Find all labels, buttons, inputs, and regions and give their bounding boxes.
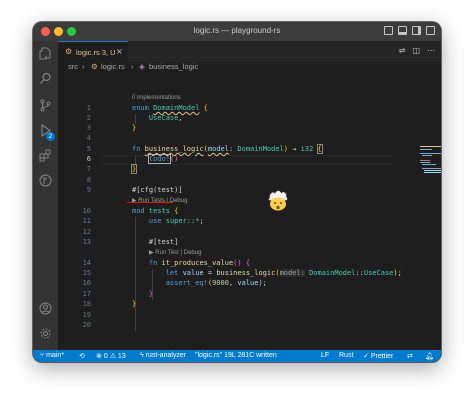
implementations-codelens[interactable]: 0 implementations — [132, 95, 181, 101]
warning-icon: ⚠ — [109, 353, 116, 360]
toggle-panel-icon[interactable] — [398, 26, 407, 35]
code-line: fn business_logic(model: DomainModel) → … — [132, 144, 323, 154]
codelens-underline — [127, 202, 173, 203]
function-symbol-icon: ◈ — [139, 62, 145, 71]
code-line: } — [130, 164, 138, 174]
compare-icon[interactable]: ⇌ — [399, 46, 406, 55]
code-line-current: todo!() — [147, 154, 179, 164]
tab-logic-rs[interactable]: ⚙ logic.rs 3, U × — [58, 41, 128, 62]
toggle-panel-left-icon[interactable] — [384, 26, 393, 35]
title-bar: logic.rs — playground-rs — [33, 22, 441, 41]
code-line: use super::*; — [148, 217, 204, 225]
notifications-bell-icon[interactable]: 🔔︎ — [425, 352, 434, 360]
code-line: } — [132, 124, 137, 132]
split-editor-icon[interactable]: ◫ — [412, 46, 420, 55]
run-debug-icon[interactable] — [39, 124, 52, 137]
breadcrumb-symbol[interactable]: business_logic — [149, 62, 198, 71]
search-icon[interactable] — [39, 72, 52, 85]
minimap-line — [420, 153, 441, 154]
code-area: 0 implementations enum DomainModel { Use… — [58, 74, 402, 350]
breadcrumb-src[interactable]: src — [68, 62, 78, 71]
live-share-icon[interactable]: ⇄ — [407, 352, 413, 360]
editor-actions: ⇌ ◫ ⋯ — [399, 46, 435, 55]
minimap-line — [420, 160, 430, 161]
git-graph-icon[interactable] — [39, 174, 52, 187]
activity-bar: 2 — [33, 41, 58, 350]
more-actions-icon[interactable]: ⋯ — [427, 46, 435, 55]
window-title: logic.rs — playground-rs — [193, 26, 281, 35]
problems-status[interactable]: ⊗ 0 ⚠ 13 — [96, 352, 126, 360]
status-bar: ⑂ main* ⟲ ⊗ 0 ⚠ 13 ϟ rust-analyzer "logi… — [33, 350, 441, 362]
layout-controls — [384, 26, 435, 35]
editor[interactable]: 1 2 3 4 5 6 7 8 9 10 11 12 13 14 15 16 1… — [58, 74, 441, 350]
minimap-line — [422, 155, 432, 156]
minimap-line — [422, 168, 441, 169]
vscode-window: logic.rs — playground-rs 2 ⚙ logic.rs 3,… — [33, 22, 441, 362]
source-control-icon[interactable] — [39, 99, 52, 112]
inlay-hint: model: — [279, 269, 305, 277]
code-line: UseCase, — [148, 114, 183, 122]
lightning-icon: ϟ — [140, 352, 144, 359]
code-line: let value = business_logic(model: Domain… — [165, 269, 402, 277]
breadcrumb: src › ⚙ logic.rs › ◈ business_logic — [58, 62, 441, 74]
code-line: enum DomainModel { — [132, 104, 208, 112]
accounts-icon[interactable] — [39, 302, 52, 315]
customize-layout-icon[interactable] — [426, 26, 435, 35]
breadcrumb-file[interactable]: logic.rs — [101, 62, 125, 71]
error-icon: ⊗ — [96, 353, 102, 360]
run-test-codelens[interactable]: ▶ Run Test | Debug — [149, 249, 201, 256]
rust-file-icon: ⚙ — [91, 62, 98, 71]
code-line: } — [148, 290, 154, 298]
rust-analyzer-status[interactable]: ϟ rust-analyzer — [140, 352, 186, 359]
minimap-line — [424, 170, 441, 171]
minimap-line — [422, 164, 436, 165]
explorer-icon[interactable] — [39, 47, 52, 60]
sync-icon[interactable]: ⟲ — [79, 352, 85, 360]
minimap-line — [420, 149, 432, 150]
minimap-line — [420, 162, 430, 163]
tab-bar: ⚙ logic.rs 3, U × ⇌ ◫ ⋯ — [58, 41, 441, 62]
toggle-sidebar-icon[interactable] — [412, 26, 421, 35]
eol-status[interactable]: LF — [321, 352, 329, 359]
manage-gear-icon[interactable] — [39, 327, 52, 340]
minimap-line — [424, 172, 441, 173]
breadcrumb-separator: › — [131, 62, 134, 71]
tab-label: logic.rs 3, U — [76, 48, 116, 57]
breadcrumb-separator: › — [82, 62, 85, 71]
extensions-icon[interactable] — [39, 149, 52, 162]
prettier-status[interactable]: ✓ Prettier — [363, 352, 393, 360]
code-line: #[test] — [148, 238, 179, 246]
code-line: } — [132, 300, 137, 308]
git-branch-icon: ⑂ — [40, 352, 45, 359]
code-line: assert_eq!(9000, value); — [165, 279, 267, 287]
exploding-head-emoji-icon — [268, 190, 288, 211]
rust-file-icon: ⚙ — [65, 47, 73, 56]
code-line: fn it_produces_value() { — [148, 259, 251, 267]
code-line: mod tests { — [132, 207, 179, 215]
tab-close-icon[interactable]: × — [116, 47, 123, 56]
minimap-line — [420, 146, 441, 147]
code-line: #[cfg(test)] — [132, 186, 183, 194]
check-icon: ✓ — [363, 353, 369, 360]
file-status: "logic.rs" 19L 281C written — [195, 352, 277, 359]
minimap[interactable] — [418, 126, 441, 362]
branch-status[interactable]: ⑂ main* — [40, 352, 64, 359]
language-mode[interactable]: Rust — [339, 352, 353, 359]
